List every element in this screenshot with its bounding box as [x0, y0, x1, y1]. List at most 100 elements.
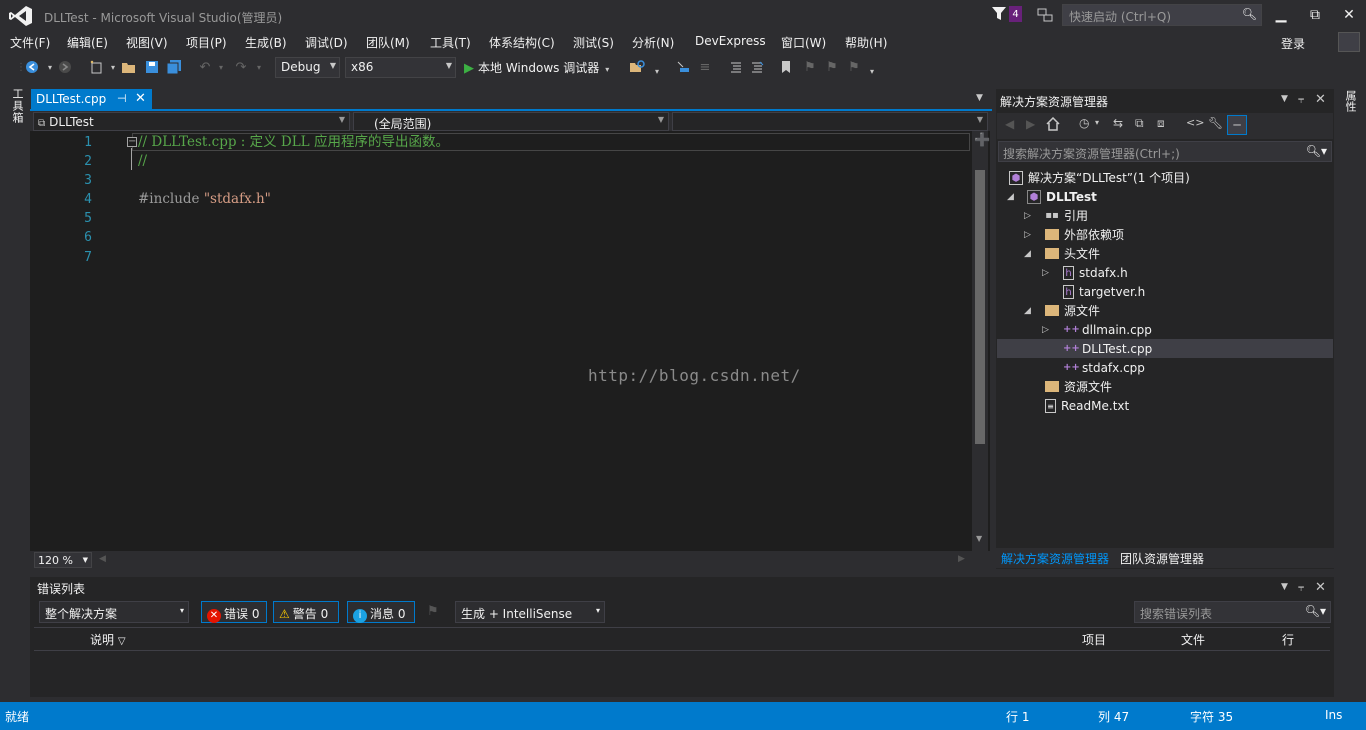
step-into-icon[interactable]	[674, 58, 692, 76]
properties-wrench-icon[interactable]: 🔧︎	[1208, 117, 1223, 129]
navigate-back-icon[interactable]	[23, 58, 41, 76]
error-scope-select[interactable]: 整个解决方案 ▾	[39, 601, 189, 623]
uncomment-lines-icon[interactable]	[748, 58, 766, 76]
sync-icon[interactable]: ⇆	[1113, 117, 1123, 129]
window-position-dropdown-icon[interactable]: ▼	[1281, 582, 1288, 592]
tree-item-header-files[interactable]: 头文件	[1045, 244, 1100, 263]
quick-launch-input[interactable]: 快速启动 (Ctrl+Q) 🔍︎	[1062, 4, 1262, 26]
previous-bookmark-icon[interactable]: ⚑	[801, 58, 819, 76]
close-window-button[interactable]: ✕	[1336, 4, 1362, 26]
column-description[interactable]: 说明 ▽	[90, 631, 126, 648]
home-icon[interactable]	[1046, 117, 1060, 131]
scroll-down-icon[interactable]: ▼	[976, 534, 982, 543]
tab-team-explorer[interactable]: 团队资源管理器	[1120, 550, 1204, 567]
toolbar-overflow-icon[interactable]: ▾	[863, 62, 881, 80]
tree-item-references[interactable]: ▪▪ 引用	[1045, 206, 1088, 225]
column-line[interactable]: 行	[1282, 631, 1294, 648]
collapse-all-icon[interactable]: ⧉	[1135, 117, 1144, 129]
comment-lines-icon[interactable]	[727, 58, 745, 76]
view-code-icon[interactable]: <>	[1186, 117, 1204, 128]
close-pane-icon[interactable]: ✕	[1315, 580, 1326, 595]
window-position-dropdown-icon[interactable]: ▼	[1281, 94, 1288, 104]
menu-view[interactable]: 视图(V)	[126, 34, 168, 51]
column-file[interactable]: 文件	[1181, 631, 1205, 648]
pin-icon[interactable]: ⊣	[117, 92, 127, 105]
forward-icon[interactable]: ▶	[1026, 118, 1035, 130]
tree-item-source-files[interactable]: 源文件	[1045, 301, 1100, 320]
find-in-files-icon[interactable]	[628, 58, 646, 76]
maximize-button[interactable]: ⧉	[1302, 4, 1328, 26]
find-dropdown-icon[interactable]: ▾	[648, 62, 666, 80]
next-bookmark-icon[interactable]: ⚑	[823, 58, 841, 76]
sign-in-link[interactable]: 登录	[1281, 35, 1305, 52]
start-debugging-button[interactable]: ▶ 本地 Windows 调试器 ▾	[464, 59, 609, 76]
tab-list-dropdown-icon[interactable]: ▼	[976, 93, 983, 103]
chevron-down-icon[interactable]: ▾	[1095, 119, 1099, 127]
auto-hide-pin-icon[interactable]: ⫧	[1298, 581, 1304, 595]
tree-item-external-deps[interactable]: 外部依赖项	[1045, 225, 1124, 244]
navigate-forward-icon[interactable]	[56, 58, 74, 76]
solution-explorer-search[interactable]: 搜索解决方案资源管理器(Ctrl+;) 🔍︎▾	[998, 141, 1332, 162]
open-file-icon[interactable]	[120, 58, 138, 76]
filter-icon[interactable]: ⚑	[427, 604, 439, 619]
collapsed-arrow-icon[interactable]: ▷	[1024, 211, 1031, 221]
tree-item-solution[interactable]: ⬢ 解决方案“DLLTest”(1 个项目)	[1009, 168, 1190, 187]
preview-selected-icon[interactable]: ─	[1227, 115, 1247, 135]
split-window-icon[interactable]: ➕	[974, 133, 990, 148]
column-project[interactable]: 项目	[1082, 631, 1106, 648]
error-source-select[interactable]: 生成 + IntelliSense ▾	[455, 601, 605, 623]
tree-item-targetver-h[interactable]: h targetver.h	[1063, 282, 1145, 301]
toolbox-tab[interactable]: 工具箱	[9, 88, 25, 124]
menu-test[interactable]: 测试(S)	[573, 34, 614, 51]
minimize-button[interactable]: ▁	[1268, 4, 1294, 26]
menu-window[interactable]: 窗口(W)	[781, 34, 826, 51]
notifications-button[interactable]: 4	[992, 6, 1024, 24]
back-icon[interactable]: ◀	[1005, 118, 1014, 130]
menu-architecture[interactable]: 体系结构(C)	[489, 34, 555, 51]
menu-tools[interactable]: 工具(T)	[430, 34, 471, 51]
menu-debug[interactable]: 调试(D)	[305, 34, 348, 51]
scope-dropdown[interactable]: (全局范围) ▼	[353, 112, 669, 131]
tree-item-project[interactable]: ⬢ DLLTest	[1027, 187, 1097, 206]
feedback-icon[interactable]	[1036, 6, 1054, 24]
member-dropdown[interactable]: ▼	[672, 112, 988, 131]
tree-item-stdafx-cpp[interactable]: ++ stdafx.cpp	[1063, 358, 1145, 377]
scroll-right-icon[interactable]: ▶	[958, 554, 965, 564]
step-over-icon[interactable]: ≡	[696, 58, 714, 76]
tree-item-stdafx-h[interactable]: h stdafx.h	[1063, 263, 1128, 282]
menu-analyze[interactable]: 分析(N)	[632, 34, 674, 51]
expanded-arrow-icon[interactable]: ◢	[1024, 249, 1031, 259]
undo-dropdown-icon[interactable]: ▾	[212, 58, 230, 76]
scroll-left-icon[interactable]: ◀	[99, 554, 106, 564]
collapsed-arrow-icon[interactable]: ▷	[1024, 230, 1031, 240]
error-list-search[interactable]: 搜索错误列表 🔍︎▾	[1134, 601, 1331, 623]
tree-item-resource-files[interactable]: 资源文件	[1045, 377, 1112, 396]
tree-item-dlltest-cpp[interactable]: ++ DLLTest.cpp	[1063, 339, 1152, 358]
bookmark-icon[interactable]	[777, 58, 795, 76]
tab-solution-explorer[interactable]: 解决方案资源管理器	[1001, 550, 1109, 567]
warnings-filter-button[interactable]: ⚠ 警告 0	[273, 601, 339, 623]
collapsed-arrow-icon[interactable]: ▷	[1042, 268, 1049, 278]
tab-dlltest-cpp[interactable]: DLLTest.cpp ⊣ ✕	[31, 89, 152, 110]
solution-configuration-select[interactable]: Debug ▼	[275, 57, 340, 78]
save-icon[interactable]	[143, 58, 161, 76]
zoom-select[interactable]: 120 % ▼	[34, 552, 92, 568]
close-tab-icon[interactable]: ✕	[135, 91, 146, 106]
menu-edit[interactable]: 编辑(E)	[67, 34, 108, 51]
messages-filter-button[interactable]: i 消息 0	[347, 601, 415, 623]
expanded-arrow-icon[interactable]: ◢	[1007, 192, 1014, 202]
menu-file[interactable]: 文件(F)	[10, 34, 50, 51]
clear-bookmarks-icon[interactable]: ⚑	[845, 58, 863, 76]
collapsed-arrow-icon[interactable]: ▷	[1042, 325, 1049, 335]
menu-project[interactable]: 项目(P)	[186, 34, 227, 51]
solution-platform-select[interactable]: x86 ▼	[345, 57, 456, 78]
pending-changes-icon[interactable]: ◷	[1079, 117, 1089, 129]
menu-build[interactable]: 生成(B)	[245, 34, 287, 51]
tree-item-dllmain-cpp[interactable]: ++ dllmain.cpp	[1063, 320, 1152, 339]
menu-team[interactable]: 团队(M)	[366, 34, 410, 51]
properties-tab[interactable]: 属性	[1342, 90, 1358, 112]
account-avatar[interactable]	[1338, 32, 1360, 52]
close-pane-icon[interactable]: ✕	[1315, 92, 1326, 107]
menu-help[interactable]: 帮助(H)	[845, 34, 887, 51]
redo-dropdown-icon[interactable]: ▾	[250, 58, 268, 76]
